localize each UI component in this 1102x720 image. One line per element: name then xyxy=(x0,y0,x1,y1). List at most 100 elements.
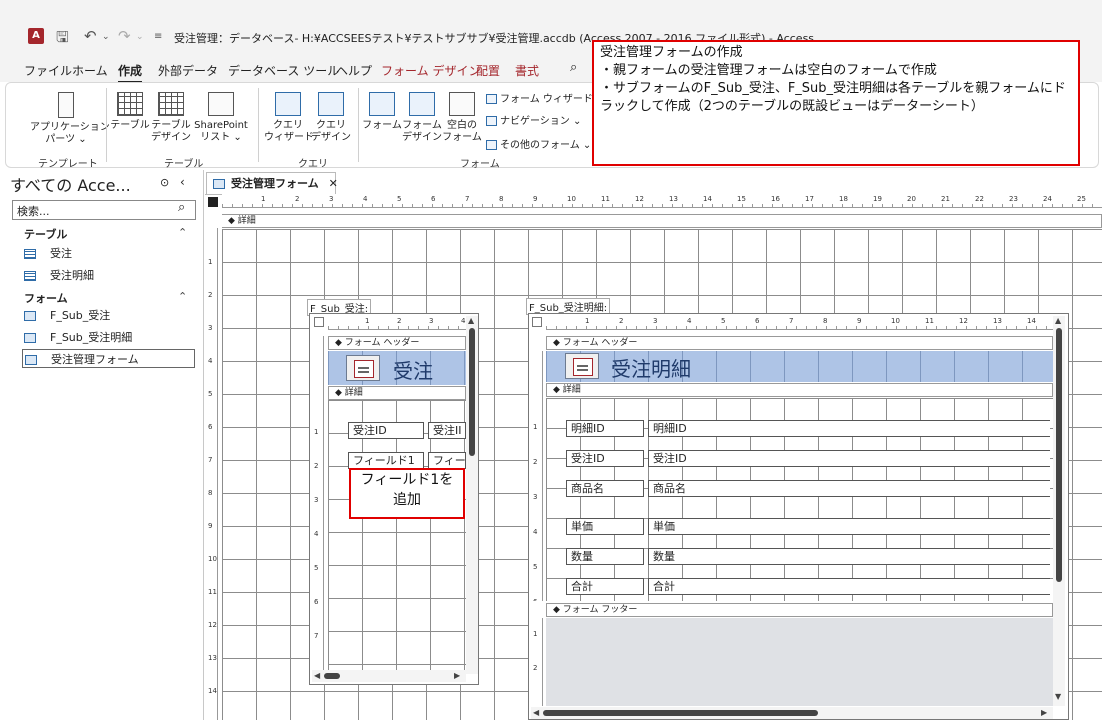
nav-item-table-order[interactable]: 受注 xyxy=(24,244,197,263)
table-button[interactable]: テーブル xyxy=(110,92,150,132)
subform-detail-footer-vruler: 12 xyxy=(531,618,543,706)
scroll-down-icon[interactable]: ▼ xyxy=(1055,692,1061,701)
field1-label[interactable]: フィールド1 xyxy=(348,452,424,469)
query-design-button[interactable]: クエリ デザイン xyxy=(310,92,352,144)
tab-home[interactable]: ホーム xyxy=(72,62,108,79)
nav-section-collapse-icon[interactable]: ⌃ xyxy=(178,290,187,303)
ruler-number: 13 xyxy=(669,195,678,203)
scroll-right-icon[interactable]: ▶ xyxy=(454,671,460,680)
order-id-textbox[interactable]: 受注II xyxy=(428,422,466,439)
nav-item-table-order-detail[interactable]: 受注明細 xyxy=(24,266,197,285)
redo-icon[interactable]: ↷ xyxy=(118,27,131,45)
nav-collapse-icon[interactable]: ‹ xyxy=(180,175,185,189)
tab-external-data[interactable]: 外部データ xyxy=(158,62,218,79)
detail-field-textbox[interactable]: 明細ID xyxy=(648,420,1050,437)
save-icon[interactable]: 🖫 xyxy=(56,27,69,52)
detail-field-textbox[interactable]: 商品名 xyxy=(648,480,1050,497)
subform-detail-footer-bar[interactable]: ◆ フォーム フッター xyxy=(546,603,1053,617)
field1-textbox[interactable]: フィー xyxy=(428,452,466,469)
ruler-number: 9 xyxy=(533,195,538,203)
detail-field-textbox[interactable]: 合計 xyxy=(648,578,1050,595)
blank-form-button[interactable]: 空白の フォーム xyxy=(442,92,482,144)
form-button[interactable]: フォーム xyxy=(362,92,402,132)
ruler-number: 2 xyxy=(397,317,402,325)
search-icon[interactable]: ⌕ xyxy=(570,60,577,75)
subform-order-header-bar[interactable]: ◆ フォーム ヘッダー xyxy=(328,336,466,350)
detail-field-textbox[interactable]: 受注ID xyxy=(648,450,1050,467)
document-tab[interactable]: 受注管理フォーム ✕ xyxy=(206,172,338,194)
ruler-number: 7 xyxy=(208,456,213,464)
scroll-left-icon[interactable]: ◀ xyxy=(533,708,539,717)
nav-section-forms[interactable]: フォーム xyxy=(24,290,68,306)
detail-field-label[interactable]: 合計 xyxy=(566,578,644,595)
scroll-thumb[interactable] xyxy=(543,710,818,716)
ruler-number: 5 xyxy=(397,195,402,203)
undo-icon[interactable]: ↶ xyxy=(84,27,97,45)
scroll-thumb[interactable] xyxy=(469,328,475,456)
scroll-thumb[interactable] xyxy=(324,673,340,679)
ruler-number: 1 xyxy=(533,423,538,431)
subform-detail-vscrollbar[interactable]: ▲ ▼ xyxy=(1053,316,1065,706)
tab-help[interactable]: ヘルプ xyxy=(336,62,372,79)
subform-detail-header-bar[interactable]: ◆ フォーム ヘッダー xyxy=(546,336,1053,350)
form-design-button[interactable]: フォーム デザイン xyxy=(402,92,442,144)
detail-field-label[interactable]: 単価 xyxy=(566,518,644,535)
ruler-number: 2 xyxy=(295,195,300,203)
scroll-up-icon[interactable]: ▲ xyxy=(1055,316,1061,325)
detail-field-textbox[interactable]: 単価 xyxy=(648,518,1050,535)
scroll-left-icon[interactable]: ◀ xyxy=(314,671,320,680)
sharepoint-list-button[interactable]: SharePoint リスト ⌄ xyxy=(192,92,250,144)
ruler-number: 10 xyxy=(567,195,576,203)
tab-file[interactable]: ファイル xyxy=(24,62,72,79)
detail-field-textbox[interactable]: 数量 xyxy=(648,548,1050,565)
scroll-right-icon[interactable]: ▶ xyxy=(1041,708,1047,717)
ruler-number: 6 xyxy=(533,598,537,601)
nav-search-input[interactable]: 検索... xyxy=(12,200,196,220)
form-selector[interactable] xyxy=(208,197,218,207)
application-parts-button[interactable]: アプリケーション パーツ ⌄ xyxy=(30,92,110,146)
tab-format[interactable]: 書式 xyxy=(515,62,539,79)
nav-section-tables[interactable]: テーブル xyxy=(24,226,67,242)
table-design-button[interactable]: テーブル デザイン xyxy=(150,92,192,144)
order-id-label[interactable]: 受注ID xyxy=(348,422,424,439)
more-forms-button[interactable]: その他のフォーム ⌄ xyxy=(486,136,591,151)
tab-form-design[interactable]: フォーム デザイン xyxy=(381,62,480,79)
detail-field-label[interactable]: 数量 xyxy=(566,548,644,565)
subform-order-vscrollbar[interactable]: ▲ xyxy=(466,316,478,674)
nav-item-form-order-management[interactable]: 受注管理フォーム xyxy=(22,349,195,368)
ruler-number: 4 xyxy=(461,317,466,325)
nav-pane-title[interactable]: すべての Acce... xyxy=(10,172,131,196)
scroll-thumb[interactable] xyxy=(1056,328,1062,582)
ruler-number: 6 xyxy=(431,195,436,203)
subform-order-detail-bar[interactable]: ◆ 詳細 xyxy=(328,386,466,400)
subform-order-hscrollbar[interactable]: ◀ ▶ xyxy=(312,670,466,682)
undo-dropdown-icon[interactable]: ⌄ xyxy=(102,32,110,42)
scroll-up-icon[interactable]: ▲ xyxy=(468,316,474,325)
tab-create[interactable]: 作成 xyxy=(118,62,143,83)
subform-order-grid xyxy=(328,400,466,674)
detail-field-label[interactable]: 受注ID xyxy=(566,450,644,467)
detail-field-label[interactable]: 商品名 xyxy=(566,480,644,497)
tab-arrange[interactable]: 配置 xyxy=(476,62,500,79)
subform-order-title[interactable]: 受注 xyxy=(393,355,433,384)
subform-detail-hscrollbar[interactable]: ◀ ▶ xyxy=(531,707,1053,719)
navigation-button[interactable]: ナビゲーション ⌄ xyxy=(486,112,581,127)
nav-menu-chevron-icon[interactable]: ⊙ xyxy=(160,176,169,189)
form-wizard-button[interactable]: フォーム ウィザード xyxy=(486,90,593,105)
tab-database-tools[interactable]: データベース ツール xyxy=(228,62,339,79)
nav-section-collapse-icon[interactable]: ⌃ xyxy=(178,226,187,239)
detail-section-bar[interactable]: ◆ 詳細 xyxy=(222,214,1102,228)
detail-field-label[interactable]: 明細ID xyxy=(566,420,644,437)
close-tab-icon[interactable]: ✕ xyxy=(329,177,338,190)
subform-detail-title[interactable]: 受注明細 xyxy=(611,353,691,382)
redo-dropdown-icon[interactable]: ⌄ xyxy=(136,32,144,42)
subform-detail-selector[interactable] xyxy=(532,317,542,327)
customize-qat-icon[interactable]: ≡ xyxy=(154,31,162,42)
nav-item-form-sub-order[interactable]: F_Sub_受注 xyxy=(24,306,197,325)
ruler-number: 9 xyxy=(208,522,213,530)
subform-order-selector[interactable] xyxy=(314,317,324,327)
subform-detail-detail-bar[interactable]: ◆ 詳細 xyxy=(546,383,1053,397)
query-wizard-button[interactable]: クエリ ウィザード xyxy=(264,92,314,144)
nav-item-form-sub-order-detail[interactable]: F_Sub_受注明細 xyxy=(24,328,197,347)
nav-search-icon[interactable]: ⌕ xyxy=(178,200,185,215)
